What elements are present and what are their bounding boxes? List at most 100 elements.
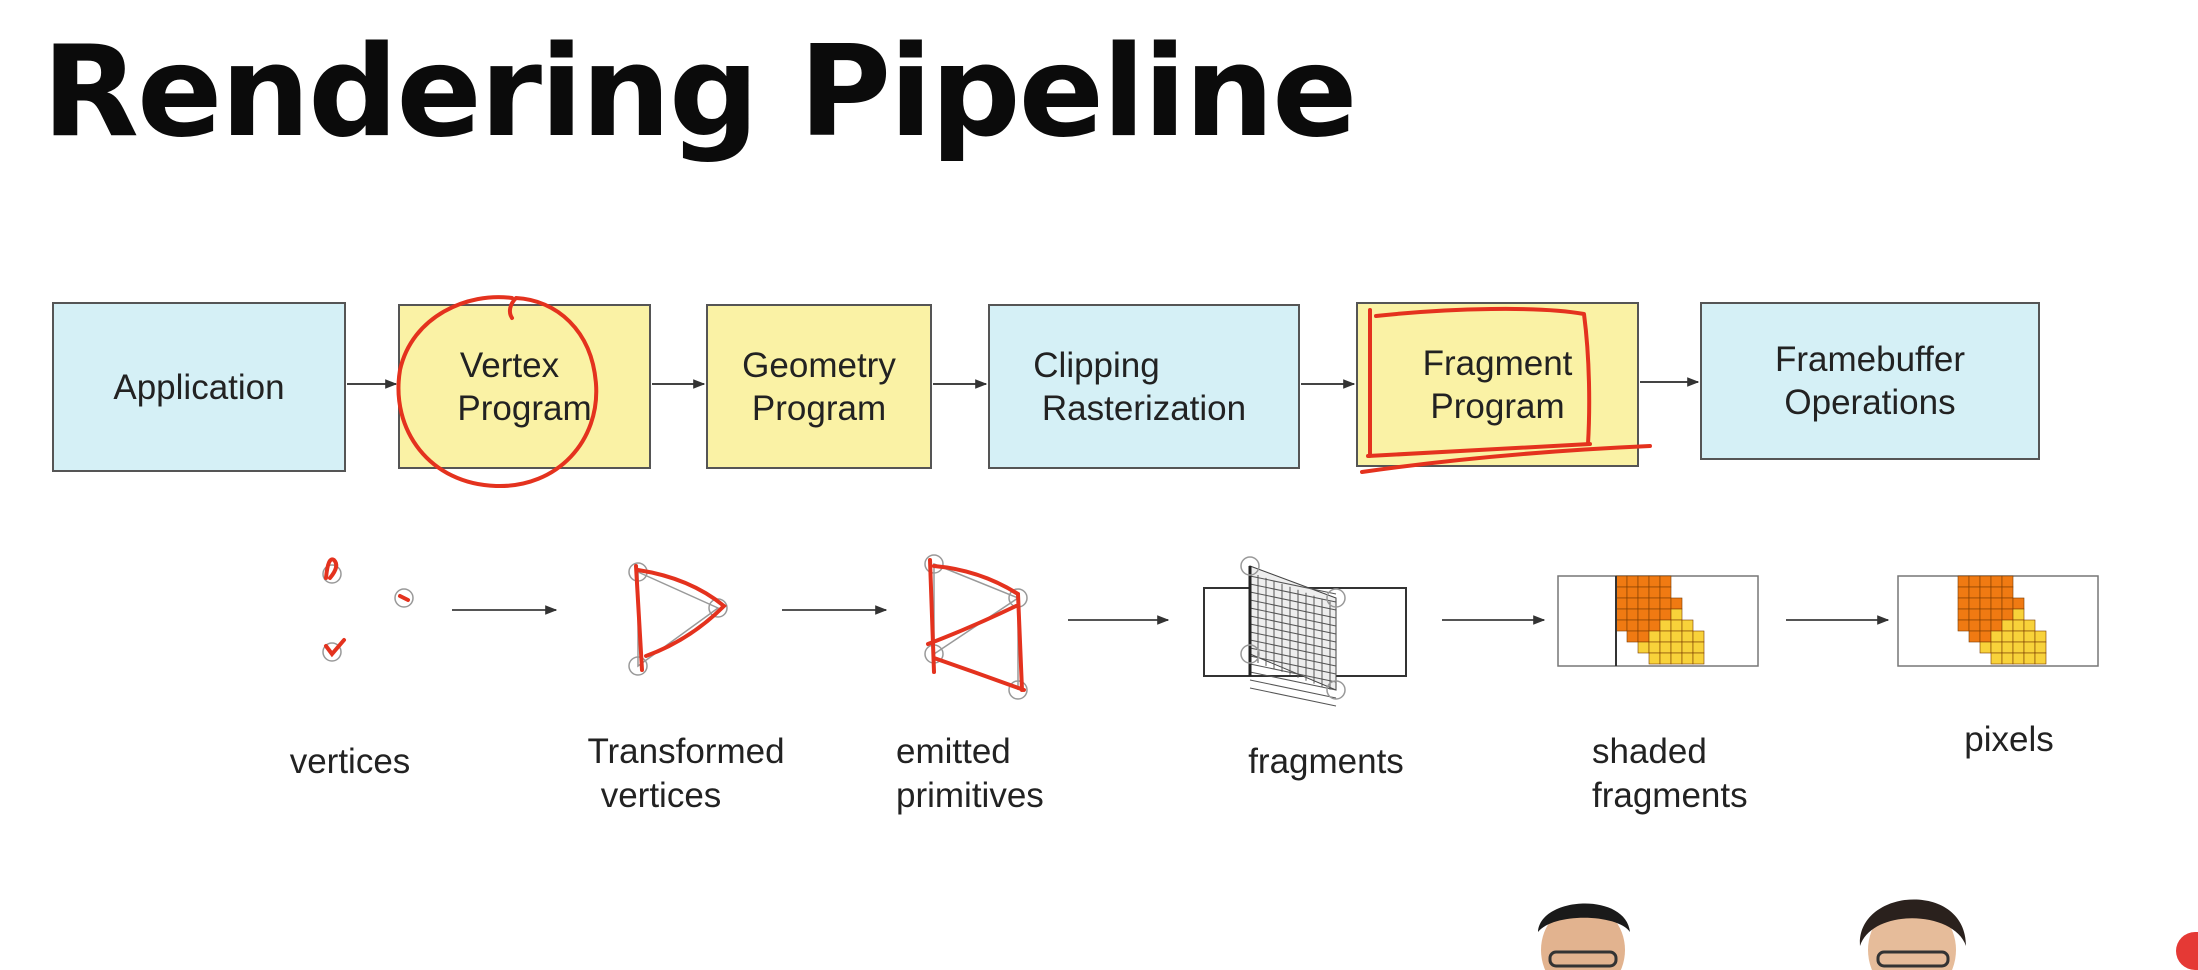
fragment-cell bbox=[2012, 641, 2025, 654]
fragment-cell bbox=[1968, 608, 1981, 621]
fragment-cell bbox=[1957, 619, 1970, 632]
handwritten-annotations bbox=[396, 295, 1652, 489]
fragment-cell bbox=[1670, 597, 1683, 610]
fragment-cell bbox=[1648, 652, 1661, 665]
fragment-cell bbox=[1659, 641, 1672, 654]
fragment-cell bbox=[1957, 608, 1970, 621]
fragment-cell bbox=[1659, 575, 1672, 588]
fragment-cell bbox=[1637, 608, 1650, 621]
fragment-cell bbox=[1659, 619, 1672, 632]
fragment-cell bbox=[1648, 575, 1661, 588]
fragment-cell bbox=[1659, 597, 1672, 610]
fragment-cell bbox=[2023, 619, 2036, 632]
fragment-cell bbox=[1659, 630, 1672, 643]
fragment-cell bbox=[1968, 630, 1981, 643]
fragment-cell bbox=[1637, 630, 1650, 643]
fragment-cell bbox=[2012, 619, 2025, 632]
fragment-cell bbox=[2034, 630, 2047, 643]
fragment-cell bbox=[1626, 586, 1639, 599]
fragment-cell bbox=[1670, 630, 1683, 643]
fragment-cell bbox=[1670, 641, 1683, 654]
fragment-cell bbox=[1626, 575, 1639, 588]
fragment-cell bbox=[1968, 597, 1981, 610]
fragment-cell bbox=[1626, 597, 1639, 610]
fragment-cell bbox=[1670, 619, 1683, 632]
fragment-cell bbox=[2012, 630, 2025, 643]
emitted-primitives-illustration bbox=[924, 554, 1028, 700]
fragment-cell bbox=[1637, 641, 1650, 654]
fragment-cell bbox=[1692, 641, 1705, 654]
fragment-cell bbox=[2012, 608, 2025, 621]
fragment-cell bbox=[1681, 619, 1694, 632]
fragment-cell bbox=[1990, 597, 2003, 610]
fragment-cell bbox=[1957, 575, 1970, 588]
fragment-cell bbox=[1979, 630, 1992, 643]
fragment-cell bbox=[1626, 619, 1639, 632]
fragment-cell bbox=[1681, 630, 1694, 643]
fragment-cell bbox=[1990, 619, 2003, 632]
fragment-cell bbox=[1692, 630, 1705, 643]
fragment-cell bbox=[1648, 608, 1661, 621]
fragment-cell bbox=[1659, 652, 1672, 665]
transformed-vertices-illustration bbox=[628, 562, 728, 676]
fragment-cell bbox=[2001, 619, 2014, 632]
fragment-cell bbox=[2012, 597, 2025, 610]
fragment-cell bbox=[2023, 641, 2036, 654]
fragment-cell bbox=[1979, 575, 1992, 588]
fragment-cell bbox=[1615, 575, 1628, 588]
fragment-cell bbox=[2001, 575, 2014, 588]
fragment-cell bbox=[1990, 630, 2003, 643]
fragment-cell bbox=[1979, 608, 1992, 621]
pipeline-diagram-graphics bbox=[322, 295, 2099, 707]
fragment-cell bbox=[1990, 575, 2003, 588]
fragments-illustration bbox=[1203, 556, 1407, 707]
fragment-cell bbox=[1681, 641, 1694, 654]
fragment-cell bbox=[1692, 652, 1705, 665]
fragment-cell bbox=[1626, 630, 1639, 643]
fragment-cell bbox=[1979, 641, 1992, 654]
fragment-cell bbox=[1968, 586, 1981, 599]
fragment-cell bbox=[2012, 652, 2025, 665]
fragment-cell bbox=[1990, 586, 2003, 599]
fragment-cell bbox=[2023, 630, 2036, 643]
fragment-program-box-annotation bbox=[1360, 306, 1652, 474]
fragment-cell bbox=[1659, 608, 1672, 621]
fragment-cell bbox=[2001, 641, 2014, 654]
fragment-cell bbox=[1670, 652, 1683, 665]
fragment-cell bbox=[1615, 608, 1628, 621]
fragment-cell bbox=[1979, 597, 1992, 610]
fragment-cell bbox=[2001, 652, 2014, 665]
fragment-cell bbox=[1615, 597, 1628, 610]
shaded-fragments-illustration bbox=[1557, 575, 1759, 667]
fragment-cell bbox=[1979, 619, 1992, 632]
fragment-cell bbox=[1968, 619, 1981, 632]
fragment-cell bbox=[1637, 586, 1650, 599]
fragment-cell bbox=[1979, 586, 1992, 599]
fragment-cell bbox=[1990, 652, 2003, 665]
fragment-cell bbox=[1648, 586, 1661, 599]
fragment-cell bbox=[1990, 608, 2003, 621]
fragment-cell bbox=[1957, 597, 1970, 610]
fragment-cell bbox=[1968, 575, 1981, 588]
fragment-cell bbox=[1648, 630, 1661, 643]
pixels-illustration bbox=[1897, 575, 2099, 667]
fragment-cell bbox=[1648, 619, 1661, 632]
fragment-cell bbox=[2023, 652, 2036, 665]
presenter-avatar-left bbox=[1538, 903, 1630, 970]
fragment-cell bbox=[2001, 586, 2014, 599]
fragment-cell bbox=[1681, 652, 1694, 665]
presenter-avatar-right bbox=[1859, 899, 1966, 970]
fragment-cell bbox=[1615, 586, 1628, 599]
fragment-cell bbox=[1957, 586, 1970, 599]
stage-arrows bbox=[347, 377, 1700, 389]
fragment-cell bbox=[1659, 586, 1672, 599]
fragment-cell bbox=[2001, 630, 2014, 643]
fragment-cell bbox=[2034, 641, 2047, 654]
fragment-cell bbox=[1648, 641, 1661, 654]
fragment-cell bbox=[2001, 597, 2014, 610]
fragment-cell bbox=[2034, 652, 2047, 665]
vertex-program-circle-annotation bbox=[396, 295, 599, 489]
vertices-illustration bbox=[322, 557, 414, 662]
fragment-cell bbox=[2001, 608, 2014, 621]
fragment-cell bbox=[1637, 597, 1650, 610]
